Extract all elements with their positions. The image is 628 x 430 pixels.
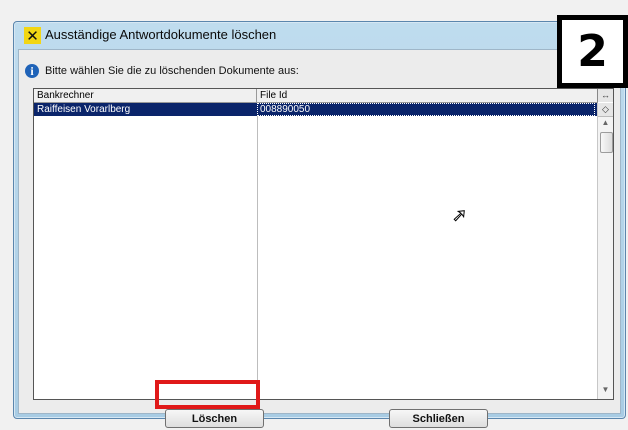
title-bar[interactable]: ✕ Ausständige Antwortdokumente löschen bbox=[14, 22, 625, 48]
column-resize-icon[interactable]: ↔ bbox=[597, 89, 613, 102]
cell-bankrechner: Raiffeisen Vorarlberg bbox=[37, 104, 131, 115]
info-icon: i bbox=[25, 64, 39, 78]
delete-button[interactable]: Löschen bbox=[165, 409, 264, 428]
column-header-bankrechner[interactable]: Bankrechner bbox=[34, 89, 257, 102]
delete-button-highlight bbox=[155, 380, 260, 409]
column-header-file-id[interactable]: File Id bbox=[257, 89, 598, 102]
cell-file-id: 008890050 bbox=[257, 103, 595, 116]
mouse-pointer-icon: ➚ bbox=[451, 205, 468, 226]
dialog-window: ✕ Ausständige Antwortdokumente löschen i… bbox=[13, 21, 626, 428]
scroll-up-icon[interactable]: ▲ bbox=[598, 118, 613, 130]
dialog-body: i Bitte wählen Sie die zu löschenden Dok… bbox=[18, 49, 621, 428]
table-header: Bankrechner File Id bbox=[34, 89, 598, 103]
step-number-badge: 2 bbox=[557, 15, 628, 88]
table-row[interactable]: Raiffeisen Vorarlberg 008890050 bbox=[34, 103, 598, 116]
scroll-down-icon[interactable]: ▼ bbox=[598, 385, 613, 397]
column-divider bbox=[257, 116, 258, 399]
close-button[interactable]: Schließen bbox=[389, 409, 488, 428]
zoom-icon[interactable]: ◇ bbox=[598, 103, 613, 117]
vertical-scrollbar[interactable]: ◇ ▲ ▼ bbox=[597, 103, 613, 399]
raiffeisen-cross-icon: ✕ bbox=[24, 27, 41, 45]
window-title: Ausständige Antwortdokumente löschen bbox=[45, 27, 277, 42]
instruction-text: Bitte wählen Sie die zu löschenden Dokum… bbox=[45, 65, 299, 77]
documents-table: Bankrechner File Id ↔ Raiffeisen Vorarlb… bbox=[33, 88, 614, 400]
scroll-thumb[interactable] bbox=[600, 132, 613, 153]
